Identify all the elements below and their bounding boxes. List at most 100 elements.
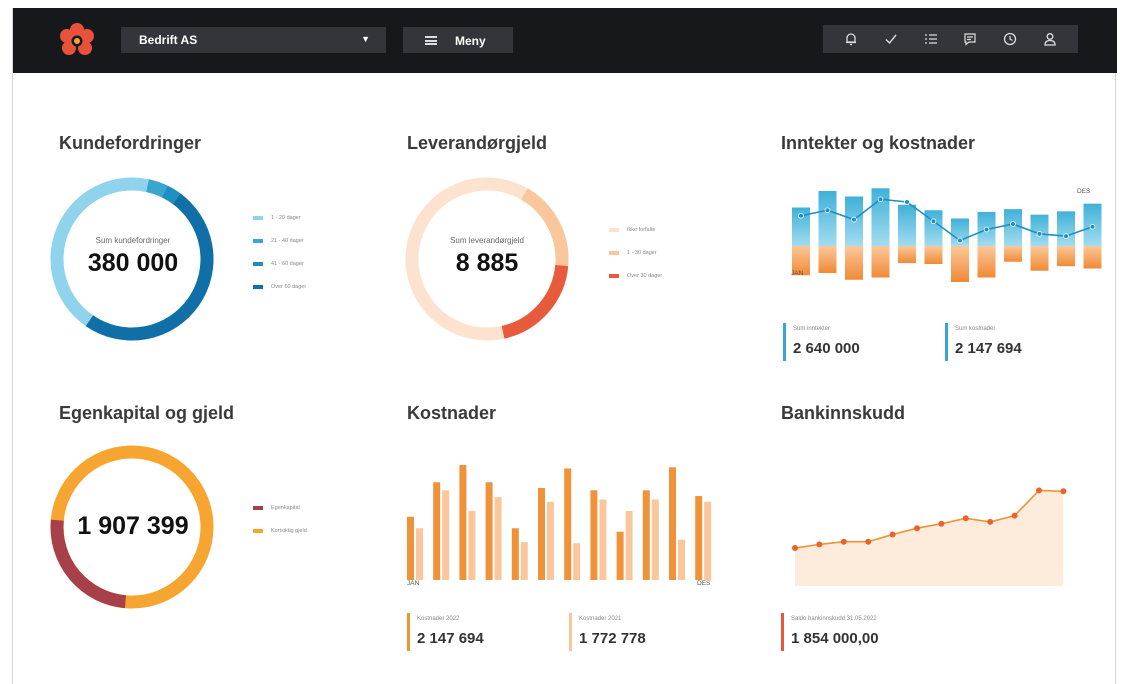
cost-bar[interactable] bbox=[818, 246, 837, 273]
balance-point[interactable] bbox=[865, 538, 872, 545]
company-selector[interactable]: Bedrift AS ▼ bbox=[121, 27, 386, 53]
cost-2022-bar[interactable] bbox=[538, 488, 545, 580]
balance-point[interactable] bbox=[840, 538, 847, 545]
cost-bar[interactable] bbox=[871, 246, 890, 278]
legend-item: Kortsiktig gjeld bbox=[253, 519, 307, 542]
cost-2022-bar[interactable] bbox=[511, 528, 519, 580]
cost-bar[interactable] bbox=[1030, 246, 1049, 271]
cost-2021-bar[interactable] bbox=[442, 490, 450, 580]
income-bar[interactable] bbox=[898, 204, 916, 246]
balance-point[interactable] bbox=[987, 518, 994, 525]
balance-point[interactable] bbox=[816, 541, 823, 548]
leverandorgjeld-legend: Ikke forfalte 1 - 30 dager Over 30 dager bbox=[609, 218, 662, 287]
net-point[interactable] bbox=[798, 212, 804, 219]
leverandorgjeld-title: Leverandørgjeld bbox=[407, 133, 548, 153]
stat-label: Kostnader 2022 bbox=[417, 616, 460, 622]
net-point[interactable] bbox=[983, 226, 990, 233]
stat-value: 1 854 000,00 bbox=[791, 630, 879, 647]
cost-bar[interactable] bbox=[977, 246, 996, 278]
cost-bar[interactable] bbox=[924, 246, 943, 264]
cost-2022-bar[interactable] bbox=[642, 490, 650, 580]
net-point[interactable] bbox=[904, 199, 910, 205]
legend-item: Over 30 dager bbox=[609, 264, 662, 287]
balance-point[interactable] bbox=[1011, 512, 1018, 519]
cost-2021-bar[interactable] bbox=[704, 501, 712, 580]
kostnader-des-label: DES bbox=[697, 580, 711, 587]
net-point[interactable] bbox=[824, 207, 831, 214]
inntekter-stat-income: Sum inntekter 2 640 000 bbox=[783, 323, 860, 361]
clock-icon[interactable] bbox=[1001, 30, 1019, 48]
cost-2021-bar[interactable] bbox=[416, 528, 423, 580]
legend-item: 1 - 20 dager bbox=[253, 206, 306, 229]
user-icon[interactable] bbox=[1041, 30, 1059, 48]
net-point[interactable] bbox=[1036, 231, 1043, 237]
chevron-down-icon: ▼ bbox=[361, 34, 370, 44]
income-bar[interactable] bbox=[818, 191, 837, 246]
balance-point[interactable] bbox=[792, 545, 798, 551]
cost-2021-bar[interactable] bbox=[625, 511, 633, 580]
company-name: Bedrift AS bbox=[139, 33, 198, 47]
cost-2021-bar[interactable] bbox=[678, 539, 685, 580]
cost-2022-bar[interactable] bbox=[669, 467, 676, 580]
cost-2021-bar[interactable] bbox=[547, 501, 554, 580]
net-point[interactable] bbox=[851, 216, 857, 223]
cost-2022-bar[interactable] bbox=[564, 468, 572, 580]
balance-point[interactable] bbox=[914, 525, 920, 532]
legend-item: Ikke forfalte bbox=[609, 218, 662, 241]
cost-2022-bar[interactable] bbox=[590, 490, 598, 580]
balance-point[interactable] bbox=[1060, 488, 1067, 495]
cost-2022-bar[interactable] bbox=[459, 465, 467, 580]
kostnader-title: Kostnader bbox=[407, 403, 497, 423]
cost-2022-bar[interactable] bbox=[616, 531, 624, 580]
income-bar[interactable] bbox=[924, 210, 943, 246]
income-bar[interactable] bbox=[1030, 214, 1049, 246]
net-point[interactable] bbox=[1063, 233, 1069, 239]
cost-bar[interactable] bbox=[1004, 246, 1022, 262]
cost-bar[interactable] bbox=[845, 246, 863, 280]
net-point[interactable] bbox=[877, 196, 884, 203]
header-icon-bar bbox=[823, 25, 1078, 53]
kostnader-stat-2022: Kostnader 2022 2 147 694 bbox=[407, 613, 484, 651]
cost-2021-bar[interactable] bbox=[573, 543, 581, 580]
company-logo[interactable] bbox=[59, 23, 95, 59]
cost-2022-bar[interactable] bbox=[407, 516, 414, 580]
bell-icon[interactable] bbox=[842, 30, 860, 48]
cost-2022-bar[interactable] bbox=[433, 482, 441, 580]
message-icon[interactable] bbox=[961, 30, 979, 48]
cost-2021-bar[interactable] bbox=[494, 497, 502, 580]
cost-2021-bar[interactable] bbox=[599, 499, 607, 581]
income-bar[interactable] bbox=[1004, 209, 1022, 246]
net-point[interactable] bbox=[957, 237, 963, 244]
balance-point[interactable] bbox=[1036, 487, 1042, 494]
inntekter-chart[interactable] bbox=[783, 178, 1102, 298]
list-icon[interactable] bbox=[922, 30, 940, 48]
cost-2022-bar[interactable] bbox=[485, 482, 493, 580]
cost-bar[interactable] bbox=[898, 246, 916, 264]
net-line bbox=[800, 198, 1093, 242]
balance-point[interactable] bbox=[962, 515, 969, 522]
cost-bar[interactable] bbox=[1057, 246, 1075, 267]
stat-value: 2 640 000 bbox=[793, 340, 860, 357]
cost-bar[interactable] bbox=[1083, 246, 1102, 269]
cost-bar[interactable] bbox=[951, 246, 969, 282]
cost-2021-bar[interactable] bbox=[520, 542, 528, 580]
legend-item: Over 60 dager bbox=[253, 275, 306, 298]
cost-2021-bar[interactable] bbox=[468, 511, 476, 580]
income-bar[interactable] bbox=[1057, 211, 1075, 246]
egenkapital-title: Egenkapital og gjeld bbox=[59, 403, 235, 423]
cost-2021-bar[interactable] bbox=[651, 499, 659, 581]
net-point[interactable] bbox=[1010, 221, 1016, 227]
inntekter-jan-label: JAN bbox=[791, 270, 804, 277]
legend-item: 41 - 60 dager bbox=[253, 252, 306, 275]
egenkapital-legend: Egenkapital Kortsiktig gjeld bbox=[253, 496, 307, 542]
menu-label: Meny bbox=[455, 34, 486, 48]
net-point[interactable] bbox=[1089, 223, 1096, 230]
balance-point[interactable] bbox=[889, 531, 896, 538]
net-point[interactable] bbox=[930, 218, 937, 225]
kostnader-chart[interactable] bbox=[405, 450, 715, 580]
menu-button[interactable]: Meny bbox=[403, 27, 513, 53]
cost-2022-bar[interactable] bbox=[695, 496, 703, 580]
check-icon[interactable] bbox=[882, 30, 900, 48]
bankinnskudd-chart[interactable] bbox=[781, 438, 1067, 586]
balance-point[interactable] bbox=[938, 520, 945, 527]
